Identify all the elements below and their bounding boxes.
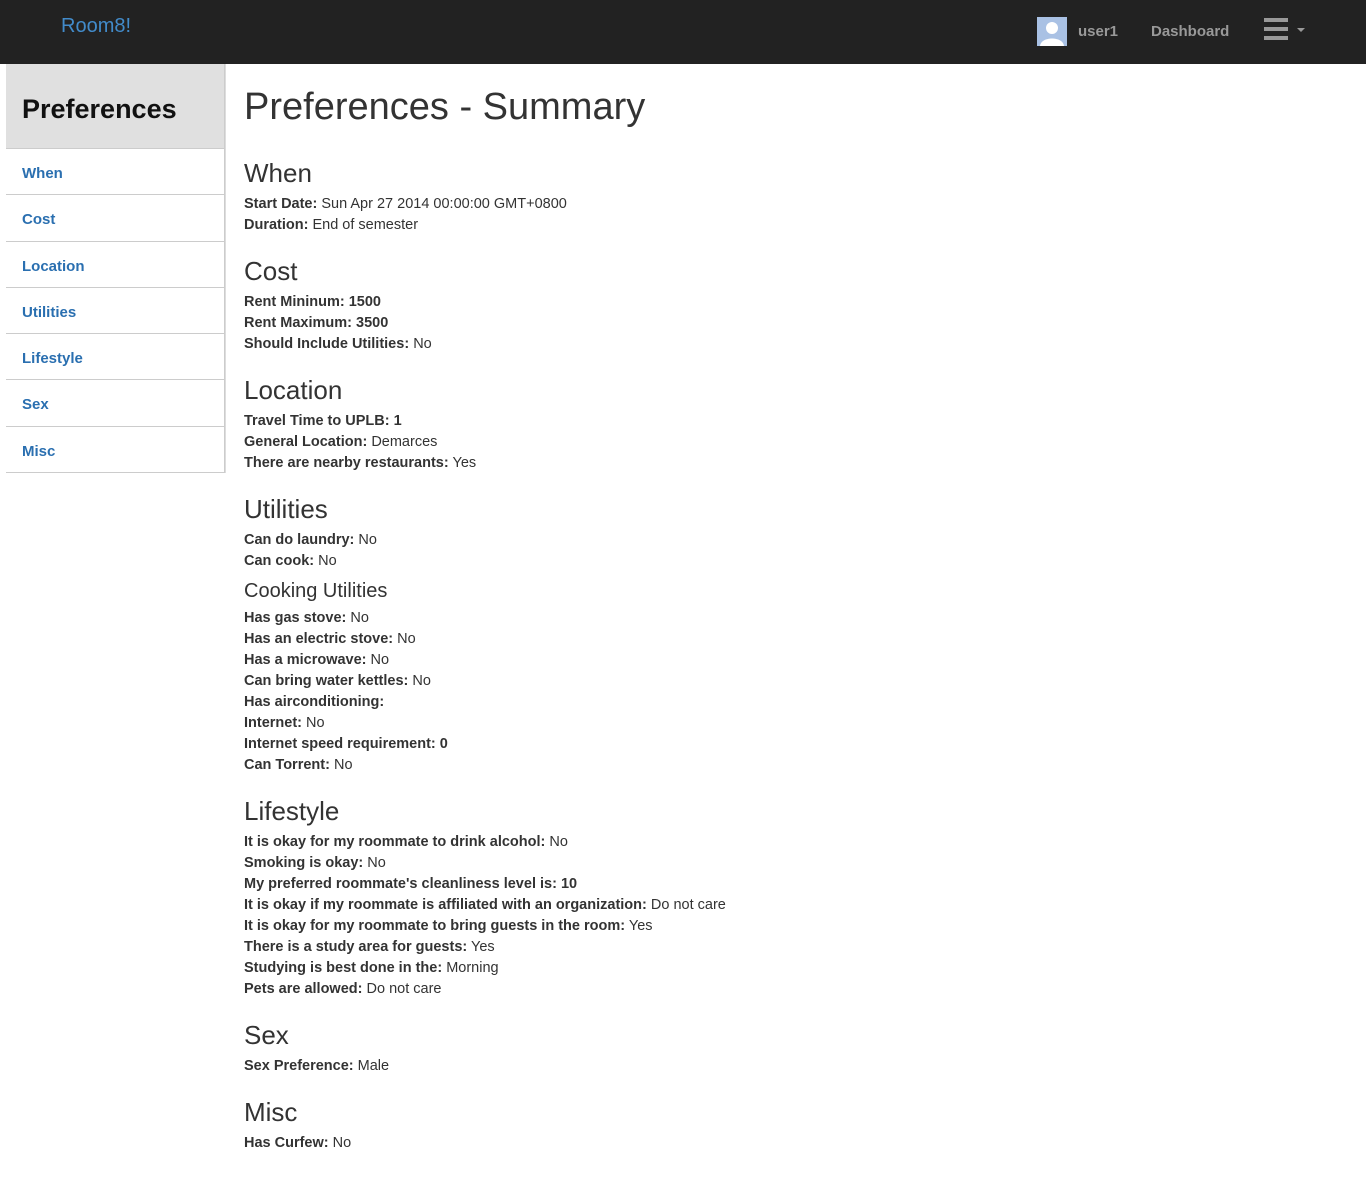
info-line: Duration: End of semester	[244, 217, 419, 233]
section-heading: Misc	[244, 1097, 298, 1127]
info-line: Has Curfew: No	[244, 1135, 352, 1151]
top-navbar: Room8! user1 Dashboard	[0, 0, 1366, 64]
info-line: It is okay if my roommate is affiliated …	[244, 897, 726, 913]
section-misc: Misc Has Curfew: No	[244, 1097, 1344, 1154]
section-heading: Lifestyle	[244, 796, 340, 826]
info-line: Rent Maximum: 3500	[244, 315, 389, 331]
sidebar-item-misc[interactable]: Misc	[6, 426, 225, 474]
page-title: Preferences - Summary	[244, 86, 646, 128]
info-line: Has an electric stove: No	[244, 631, 416, 647]
sidebar-item-lifestyle[interactable]: Lifestyle	[6, 334, 225, 381]
info-line: It is okay for my roommate to bring gues…	[244, 918, 653, 934]
section-utilities: Utilities Can do laundry: No Can cook: N…	[244, 494, 1344, 776]
info-line: Can bring water kettles: No	[244, 673, 431, 689]
main-content: Preferences - Summary When Start Date: S…	[244, 84, 1344, 1154]
info-line: Internet: No	[244, 715, 325, 731]
subsection-heading: Cooking Utilities	[244, 580, 388, 602]
info-line: My preferred roommate's cleanliness leve…	[244, 876, 578, 892]
info-line: General Location: Demarces	[244, 434, 438, 450]
section-heading: When	[244, 158, 312, 188]
menu-dropdown-toggle[interactable]	[1264, 18, 1308, 44]
dashboard-link[interactable]: Dashboard	[1151, 23, 1229, 40]
info-line: Start Date: Sun Apr 27 2014 00:00:00 GMT…	[244, 196, 567, 212]
sidebar-header: Preferences	[6, 64, 225, 149]
section-heading: Utilities	[244, 494, 328, 524]
sidebar-item-location[interactable]: Location	[6, 241, 225, 288]
info-line: Should Include Utilities: No	[244, 336, 432, 352]
info-line: Can Torrent: No	[244, 757, 353, 773]
avatar[interactable]	[1037, 17, 1067, 46]
info-line: Studying is best done in the: Morning	[244, 960, 499, 976]
sidebar: Preferences When Cost Location Utilities…	[6, 64, 226, 474]
section-sex: Sex Sex Preference: Male	[244, 1020, 1344, 1077]
info-line: Internet speed requirement: 0	[244, 736, 448, 752]
sidebar-item-cost[interactable]: Cost	[6, 195, 225, 242]
info-line: It is okay for my roommate to drink alco…	[244, 834, 568, 850]
section-location: Location Travel Time to UPLB: 1 General …	[244, 375, 1344, 474]
info-line: Smoking is okay: No	[244, 855, 386, 871]
section-when: When Start Date: Sun Apr 27 2014 00:00:0…	[244, 158, 1344, 236]
info-line: Has a microwave: No	[244, 652, 390, 668]
info-line: Can do laundry: No	[244, 532, 377, 548]
info-line: Can cook: No	[244, 553, 337, 569]
user-name-link[interactable]: user1	[1078, 23, 1118, 40]
user-avatar-icon	[1037, 17, 1067, 46]
section-lifestyle: Lifestyle It is okay for my roommate to …	[244, 796, 1344, 1000]
section-heading: Cost	[244, 256, 298, 286]
section-heading: Location	[244, 375, 343, 405]
info-line: Sex Preference: Male	[244, 1058, 390, 1074]
info-line: There are nearby restaurants: Yes	[244, 455, 477, 471]
caret-down-icon	[1297, 28, 1305, 32]
sidebar-title: Preferences	[22, 94, 177, 124]
sidebar-item-utilities[interactable]: Utilities	[6, 287, 225, 335]
sidebar-item-when[interactable]: When	[6, 149, 225, 196]
info-line: Has gas stove: No	[244, 610, 369, 626]
section-cost: Cost Rent Mininum: 1500 Rent Maximum: 35…	[244, 256, 1344, 355]
section-heading: Sex	[244, 1020, 289, 1050]
info-line: Travel Time to UPLB: 1	[244, 413, 402, 429]
sidebar-item-sex[interactable]: Sex	[6, 380, 225, 427]
info-line: There is a study area for guests: Yes	[244, 939, 495, 955]
info-line: Rent Mininum: 1500	[244, 294, 381, 310]
info-line: Pets are allowed: Do not care	[244, 981, 442, 997]
info-line: Has airconditioning:	[244, 694, 385, 710]
brand-link[interactable]: Room8!	[61, 15, 131, 38]
